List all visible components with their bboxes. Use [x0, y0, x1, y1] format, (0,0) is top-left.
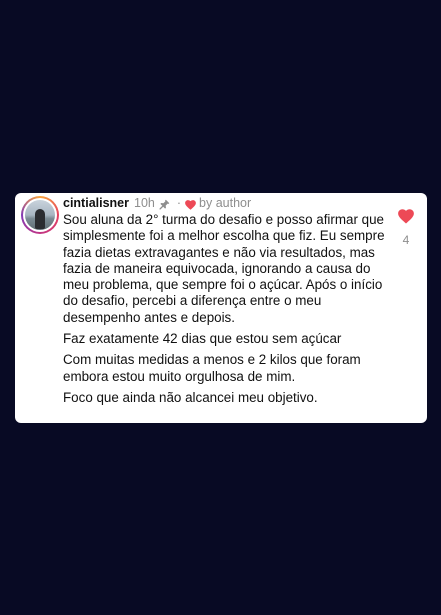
avatar[interactable]: [21, 196, 59, 234]
comment-paragraph: Faz exatamente 42 dias que estou sem açú…: [63, 331, 342, 347]
comment-header: cintialisner 10h · by author: [63, 195, 251, 211]
like-button[interactable]: [398, 209, 414, 224]
comment-paragraph: Foco que ainda não alcancei meu objetivo…: [63, 389, 318, 405]
heart-icon: [185, 198, 196, 210]
avatar-border: [23, 198, 57, 232]
comment-card: cintialisner 10h · by author Sou aluna d…: [15, 193, 427, 423]
comment-time[interactable]: 10h: [134, 195, 155, 211]
comment-paragraph: Com muitas medidas a menos e 2 kilos que…: [63, 352, 361, 384]
separator-dot: ·: [176, 196, 182, 210]
author-label: by author: [199, 196, 252, 210]
like-count[interactable]: 4: [399, 233, 413, 247]
pin-icon: [159, 198, 170, 209]
comment-text: Sou aluna da 2° turma do desafio e posso…: [63, 212, 398, 411]
avatar-figure: [35, 209, 45, 229]
username[interactable]: cintialisner: [63, 195, 129, 211]
comment-paragraph: Sou aluna da 2° turma do desafio e posso…: [63, 212, 385, 325]
heart-filled-icon: [398, 209, 414, 224]
avatar-image: [25, 200, 55, 230]
